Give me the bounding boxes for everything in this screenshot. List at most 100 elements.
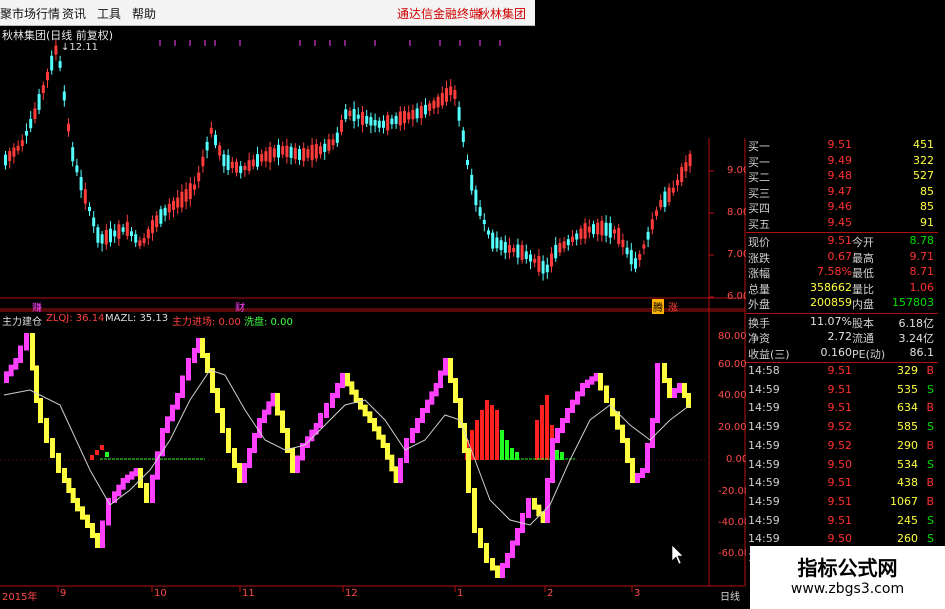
tick-side: B (926, 476, 934, 490)
indicator-step (429, 391, 435, 405)
tick-row: 14:59 9.51 245 S (746, 514, 938, 533)
bid-row[interactable]: 买五 9.45 91 (746, 216, 938, 232)
app-menu-label[interactable]: 聚市场行情 (0, 5, 60, 22)
tick-price: 9.50 (827, 532, 853, 546)
stat-value: 9.71 (909, 249, 935, 263)
stat-value: 0.67 (827, 249, 853, 263)
indicator-step (398, 458, 403, 483)
tick-time: 14:59 (748, 513, 780, 527)
bid-row[interactable]: 买三 9.47 85 (746, 185, 938, 201)
candle-body (642, 244, 646, 249)
candle-body (449, 86, 453, 96)
bid-volume: 85 (920, 200, 934, 213)
candle-body (256, 154, 259, 167)
histogram-bar (510, 448, 514, 460)
bid-row[interactable]: 买一 9.49 322 (746, 154, 938, 170)
stat-row: 换手 11.07% 股本 6.18亿 (746, 315, 938, 331)
candle-body (432, 100, 436, 109)
candle-body (554, 244, 558, 259)
indicator-step (90, 523, 95, 538)
bid-row[interactable]: 买四 9.46 85 (746, 200, 938, 216)
candle-body (541, 261, 545, 274)
bid-price: 9.49 (827, 153, 853, 167)
indicator-step (18, 345, 23, 363)
candle-body (100, 234, 104, 244)
candle-body (369, 117, 373, 126)
histogram-bar (105, 452, 109, 457)
indicator-step (672, 388, 677, 398)
candle-body (188, 183, 192, 200)
candle-body (587, 226, 591, 233)
bid-price: 9.51 (827, 138, 853, 151)
indicator-step (495, 565, 500, 578)
indicator-tick: 20.00 (718, 422, 747, 433)
candle-body (424, 104, 427, 115)
tick-time: 14:59 (748, 532, 780, 546)
tick-price: 9.51 (827, 364, 853, 377)
tick-volume: 634 (897, 401, 918, 415)
wash-label: 洗盘: 0.00 (244, 317, 293, 328)
candle-body (688, 153, 692, 167)
tick-row: 14:59 9.51 535 S (746, 383, 938, 402)
indicator-step (385, 443, 390, 460)
candle-body (130, 231, 133, 236)
stat-label: 最低 (852, 267, 874, 280)
candle-body (457, 107, 461, 121)
indicator-step (24, 333, 29, 351)
candle-body (293, 147, 297, 160)
indicator-step (472, 488, 477, 533)
indicator-step (318, 413, 323, 428)
menu-item-help[interactable]: 帮助 (132, 5, 156, 22)
candle-body (571, 236, 574, 242)
candle-body (176, 197, 180, 208)
stat-label: 涨幅 (748, 267, 770, 280)
indicator-step (129, 471, 135, 480)
watermark: 指标公式网 www.zbgs3.com (750, 546, 945, 609)
candle-body (445, 88, 448, 102)
menu-item-tools[interactable]: 工具 (97, 5, 121, 22)
histogram-bar (505, 440, 509, 460)
tick-row: 14:59 9.52 290 B (746, 439, 938, 458)
tick-volume: 290 (897, 438, 918, 452)
candle-body (323, 143, 327, 152)
candle-body (151, 220, 154, 234)
candle-body (466, 159, 469, 166)
candle-body (356, 114, 360, 119)
tick-time: 14:58 (748, 364, 780, 377)
candle-body (461, 130, 465, 143)
candle-body (608, 223, 612, 238)
tick-price: 9.50 (827, 457, 853, 471)
candle-body (596, 222, 600, 235)
x-tick: 1 (457, 588, 464, 599)
stat-label: 总量 (748, 282, 770, 296)
candle-body (503, 241, 507, 253)
candle-body (537, 256, 541, 272)
indicator-step (367, 411, 373, 423)
indicator-step (85, 514, 90, 528)
candle-body (172, 200, 175, 210)
indicator-step (484, 543, 489, 563)
candle-body (235, 161, 238, 173)
indicator-step (438, 370, 443, 388)
bid-row[interactable]: 买二 9.48 527 (746, 169, 938, 185)
candle-body (512, 247, 516, 253)
indicator-step (120, 478, 126, 490)
candle-body (16, 145, 20, 151)
histogram-bar (500, 430, 504, 460)
candle-body (592, 224, 595, 234)
tick-side: B (926, 494, 934, 508)
mazl-label: MAZL: 35.13 (105, 313, 169, 324)
indicator-step (545, 478, 550, 523)
indicator-step (565, 408, 570, 423)
period-label[interactable]: 日线 (720, 588, 740, 603)
candle-body (96, 227, 100, 243)
candle-body (46, 72, 49, 81)
candle-body (134, 234, 138, 243)
stat-row: 净资 2.72 流通 3.24亿 (746, 330, 938, 346)
menu-item-news[interactable]: 资讯 (62, 5, 86, 22)
indicator-step (510, 540, 515, 558)
indicator-step (30, 333, 35, 371)
indicator-step (358, 398, 363, 410)
bid-row[interactable]: 买一 9.51 451 (746, 138, 938, 154)
candle-body (20, 140, 24, 147)
